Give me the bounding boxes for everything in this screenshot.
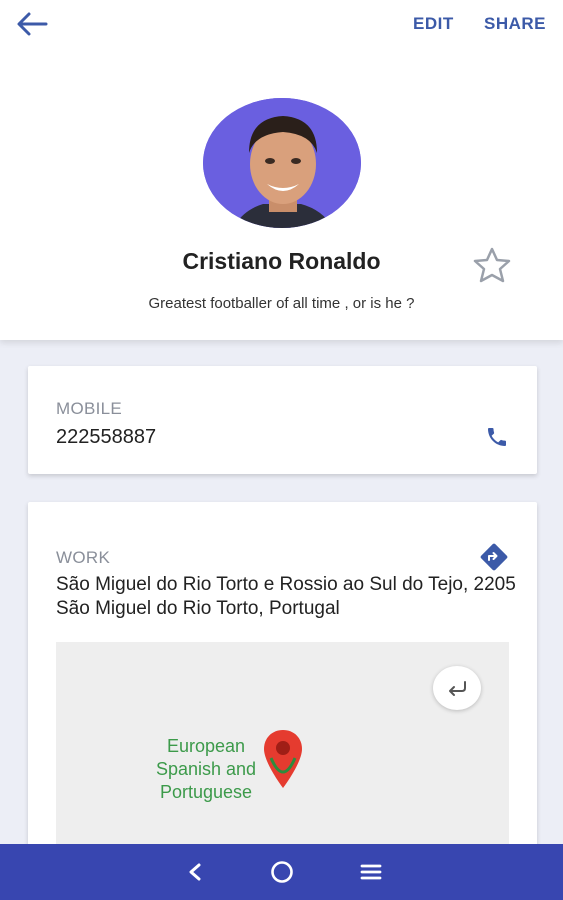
arrow-left-icon [17,12,48,36]
back-button[interactable] [12,8,52,40]
edit-button[interactable]: EDIT [413,14,454,34]
work-address: São Miguel do Rio Torto e Rossio ao Sul … [56,574,516,619]
map-place-label: European Spanish and Portuguese [155,736,257,802]
favorite-button[interactable] [470,245,514,285]
nav-menu-icon [360,864,382,880]
profile-photo [203,98,361,228]
work-label: WORK [56,548,111,567]
contact-bio: Greatest footballer of all time , or is … [148,295,415,312]
nav-menu-button[interactable] [346,844,396,900]
mobile-label: MOBILE [56,399,123,418]
phone-icon [488,428,506,446]
avatar [203,98,361,228]
map-pin-icon[interactable] [261,728,305,792]
mobile-number[interactable]: 222558887 [56,426,156,449]
mobile-card: MOBILE 222558887 [28,366,537,474]
map-view[interactable]: European Spanish and Portuguese [56,642,509,862]
nav-home-button[interactable] [257,844,307,900]
share-button[interactable]: SHARE [484,14,546,34]
call-button[interactable] [482,422,512,452]
work-card: WORK São Miguel do Rio Torto e Rossio ao… [28,502,537,862]
star-icon [473,247,511,283]
contact-header: EDIT SHARE Cristiano Ronaldo Greatest fo… [0,0,563,340]
undo-arrow-icon [449,681,466,696]
map-return-button[interactable] [433,666,481,710]
system-navigation-bar [0,844,563,900]
nav-back-button[interactable] [170,844,220,900]
nav-home-icon [271,861,293,883]
directions-icon [480,543,508,571]
directions-button[interactable] [478,542,510,572]
nav-back-icon [189,863,201,881]
